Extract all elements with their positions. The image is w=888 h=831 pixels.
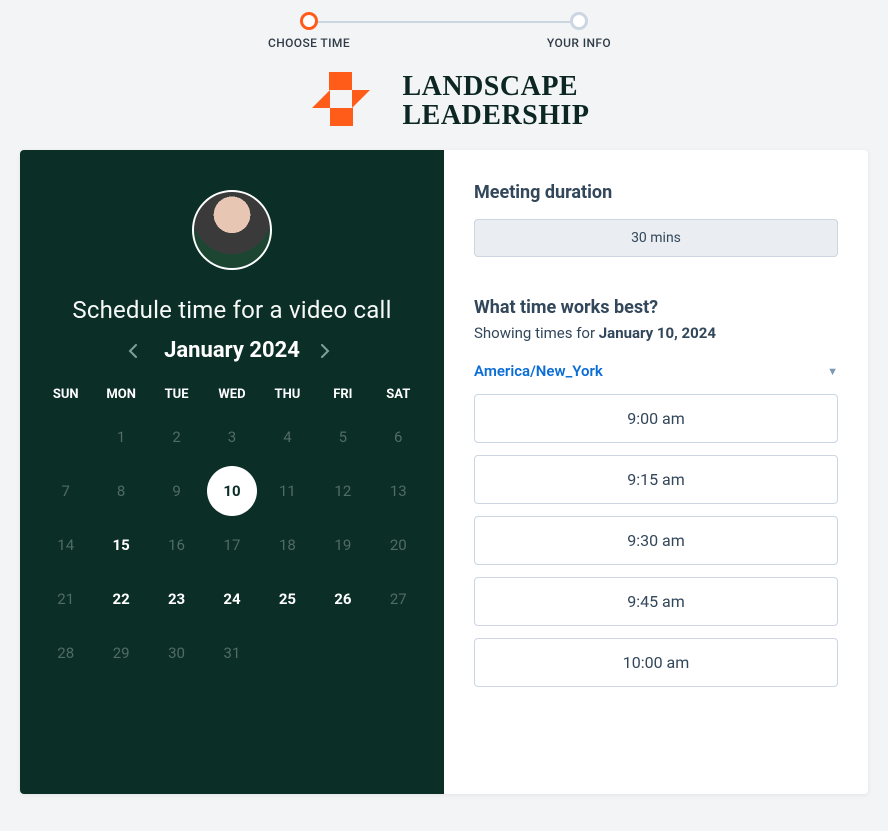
step-label: CHOOSE TIME [268,36,350,50]
calendar-day-available[interactable]: 26 [315,572,370,626]
timezone-label: America/New_York [474,362,603,380]
calendar-day: 3 [204,410,259,464]
caret-down-icon: ▼ [827,365,838,378]
time-slot[interactable]: 9:30 am [474,516,838,565]
calendar-day-available[interactable]: 24 [204,572,259,626]
duration-option[interactable]: 30 mins [474,219,838,257]
calendar-day: 18 [260,518,315,572]
chevron-right-icon[interactable] [320,344,336,358]
calendar-week-row: 78910111213 [38,464,426,518]
calendar-week-row: 14151617181920 [38,518,426,572]
calendar-day: 5 [315,410,370,464]
brand-text: LANDSCAPE LEADERSHIP [402,72,589,131]
calendar-panel: Schedule time for a video call January 2… [20,150,444,794]
calendar-day: 27 [371,572,426,626]
step-choose-time: CHOOSE TIME [174,12,444,50]
time-slot-list: 9:00 am 9:15 am 9:30 am 9:45 am 10:00 am [474,394,838,687]
brand-mark-icon [298,66,384,136]
brand-logo: LANDSCAPE LEADERSHIP [0,56,888,150]
calendar-weekday: SUN [38,387,93,410]
calendar-day-selected[interactable]: 10 [204,464,259,518]
calendar-day [371,626,426,680]
calendar-day: 30 [149,626,204,680]
month-label: January 2024 [164,338,300,363]
prompt-subtitle: Showing times for January 10, 2024 [474,324,838,342]
month-nav: January 2024 [128,338,336,363]
calendar-day-available[interactable]: 25 [260,572,315,626]
calendar-day: 20 [371,518,426,572]
calendar-day-available[interactable]: 15 [93,518,148,572]
chevron-left-icon[interactable] [128,344,144,358]
time-panel: Meeting duration 30 mins What time works… [444,150,868,794]
time-slot[interactable]: 10:00 am [474,638,838,687]
calendar-weekday-row: SUNMONTUEWEDTHUFRISAT [38,387,426,410]
calendar-day: 19 [315,518,370,572]
calendar: SUNMONTUEWEDTHUFRISAT 123456789101112131… [38,387,426,680]
schedule-heading: Schedule time for a video call [72,296,391,324]
prompt-prefix: Showing times for [474,324,599,342]
calendar-day [315,626,370,680]
calendar-weekday: WED [204,387,259,410]
brand-line-1: LANDSCAPE [402,72,589,101]
calendar-day: 2 [149,410,204,464]
time-slot[interactable]: 9:00 am [474,394,838,443]
prompt-title: What time works best? [474,297,838,318]
timezone-selector[interactable]: America/New_York ▼ [474,362,838,380]
calendar-weekday: FRI [315,387,370,410]
calendar-day: 8 [93,464,148,518]
selected-date: January 10, 2024 [599,324,716,342]
step-connector [309,21,579,23]
avatar [192,190,272,270]
calendar-day: 13 [371,464,426,518]
step-indicator-active [300,12,318,30]
calendar-day: 28 [38,626,93,680]
calendar-day [260,626,315,680]
calendar-day-available[interactable]: 22 [93,572,148,626]
time-slot[interactable]: 9:15 am [474,455,838,504]
calendar-weekday: MON [93,387,148,410]
calendar-week-row: 28293031 [38,626,426,680]
step-label: YOUR INFO [547,36,611,50]
calendar-weekday: THU [260,387,315,410]
calendar-day: 17 [204,518,259,572]
calendar-day: 4 [260,410,315,464]
calendar-day: 29 [93,626,148,680]
calendar-day: 31 [204,626,259,680]
calendar-day: 9 [149,464,204,518]
calendar-week-row: 123456 [38,410,426,464]
calendar-day: 14 [38,518,93,572]
step-your-info: YOUR INFO [444,12,714,50]
calendar-weekday: SAT [371,387,426,410]
time-slot[interactable]: 9:45 am [474,577,838,626]
calendar-weekday: TUE [149,387,204,410]
duration-title: Meeting duration [474,182,838,203]
step-indicator [570,12,588,30]
calendar-day: 16 [149,518,204,572]
calendar-day: 6 [371,410,426,464]
calendar-day: 7 [38,464,93,518]
stepper: CHOOSE TIME YOUR INFO [0,0,888,56]
scheduler-card: Schedule time for a video call January 2… [20,150,868,794]
calendar-day: 12 [315,464,370,518]
calendar-day: 21 [38,572,93,626]
calendar-day-available[interactable]: 23 [149,572,204,626]
calendar-day: 11 [260,464,315,518]
calendar-week-row: 21222324252627 [38,572,426,626]
calendar-day: 1 [93,410,148,464]
calendar-day [38,410,93,464]
brand-line-2: LEADERSHIP [402,101,589,130]
